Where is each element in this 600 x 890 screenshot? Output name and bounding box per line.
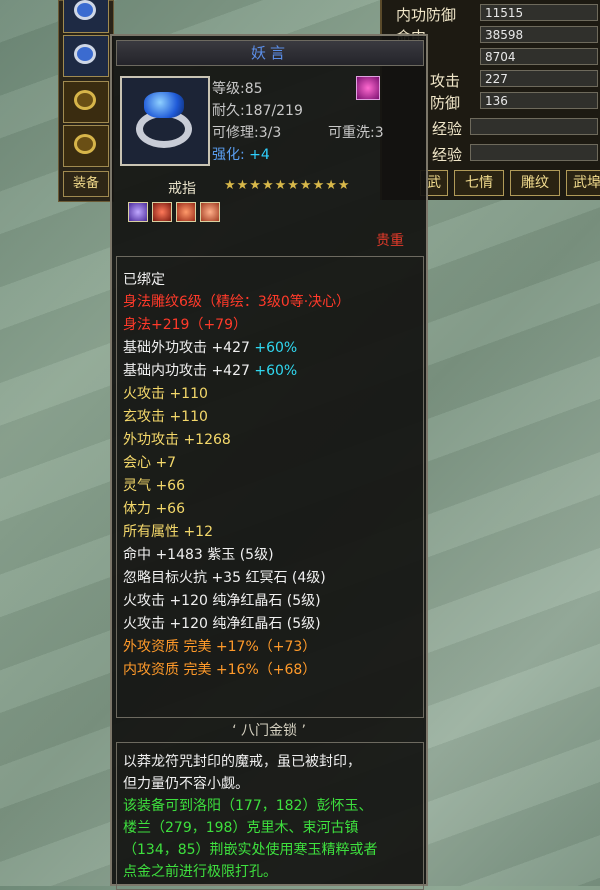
item-repairable: 可修理:3/3 bbox=[212, 125, 282, 141]
attribute-text: 基础外功攻击 +427 bbox=[123, 340, 250, 356]
ring-icon bbox=[144, 92, 184, 118]
description-line: 该装备可到洛阳（177，182）彭怀玉、 bbox=[123, 798, 373, 814]
stat-value: 227 bbox=[480, 70, 598, 87]
item-name: 妖言 bbox=[116, 40, 424, 66]
tab-wubu[interactable]: 武埠 bbox=[566, 170, 600, 196]
equip-slot-amulet-2[interactable] bbox=[63, 125, 109, 167]
description-line: （134，85）荆嵌实处使用寒玉精粹或者 bbox=[123, 842, 378, 858]
attribute-line: 基础外功攻击 +427 +60% bbox=[123, 337, 297, 357]
item-icon-frame bbox=[120, 76, 210, 166]
item-rarity: 贵重 bbox=[376, 233, 404, 249]
stat-value: 8704 bbox=[480, 48, 598, 65]
red-gem-icon bbox=[200, 202, 220, 222]
equip-tab[interactable]: 装备 bbox=[63, 171, 109, 197]
stat-label: 经验 bbox=[432, 120, 463, 138]
attribute-line: 忽略目标火抗 +35 红冥石 (4级) bbox=[123, 570, 326, 586]
attribute-line: 身法雕纹6级（精绘：3级0等·决心） bbox=[123, 294, 351, 310]
stat-value bbox=[470, 118, 598, 135]
attribute-line: 体力 +66 bbox=[123, 501, 185, 517]
item-durability: 耐久:187/219 bbox=[212, 103, 303, 119]
attribute-line: 已绑定 bbox=[123, 272, 165, 288]
stat-value: 136 bbox=[480, 92, 598, 109]
stat-value: 11515 bbox=[480, 4, 598, 21]
attribute-list: 已绑定 身法雕纹6级（精绘：3级0等·决心） 身法+219（+79） 基础外功攻… bbox=[116, 256, 424, 718]
attribute-line: 玄攻击 +110 bbox=[123, 409, 208, 425]
description-line: 楼兰（279，198）克里木、束河古镇 bbox=[123, 820, 359, 836]
strength-value: +4 bbox=[249, 147, 270, 163]
amulet-icon bbox=[74, 134, 96, 154]
ring-icon bbox=[74, 0, 96, 20]
attribute-line: 基础内功攻击 +427 +60% bbox=[123, 360, 297, 380]
attribute-line: 会心 +7 bbox=[123, 455, 177, 471]
purple-gem-icon bbox=[128, 202, 148, 222]
attribute-line: 外攻资质 完美 +17%（+73） bbox=[123, 639, 317, 655]
attribute-text: 基础内功攻击 +427 bbox=[123, 363, 250, 379]
attribute-bonus: +60% bbox=[254, 340, 298, 356]
item-level: 等级:85 bbox=[212, 81, 263, 97]
stat-label: 防御 bbox=[430, 94, 461, 112]
item-description: 以莽龙符咒封印的魔戒，虽已被封印， 但力量仍不容小觑。 该装备可到洛阳（177，… bbox=[116, 742, 424, 890]
equip-slot-amulet-1[interactable] bbox=[63, 81, 109, 123]
stat-label: 攻击 bbox=[430, 72, 461, 90]
attribute-bonus: +60% bbox=[254, 363, 298, 379]
set-name: ‘ 八门金锁 ’ bbox=[232, 723, 306, 739]
ring-icon bbox=[74, 44, 96, 64]
attribute-line: 身法+219（+79） bbox=[123, 317, 247, 333]
amulet-icon bbox=[74, 90, 96, 110]
equip-slot-ring-2[interactable] bbox=[63, 35, 109, 77]
tab-diaowen[interactable]: 雕纹 bbox=[510, 170, 560, 196]
attribute-line: 灵气 +66 bbox=[123, 478, 185, 494]
stat-label: 内功防御 bbox=[396, 6, 457, 24]
item-tooltip: 妖言 等级:85 耐久:187/219 可修理:3/3 可重洗:3 强化: +4… bbox=[110, 34, 428, 890]
attribute-line: 所有属性 +12 bbox=[123, 524, 213, 540]
stat-value: 38598 bbox=[480, 26, 598, 43]
item-type: 戒指 bbox=[168, 181, 196, 197]
description-line: 以莽龙符咒封印的魔戒，虽已被封印， bbox=[123, 754, 361, 770]
quality-icon bbox=[356, 76, 380, 100]
attribute-line: 内攻资质 完美 +16%（+68） bbox=[123, 662, 317, 678]
description-line: 点金之前进行极限打孔。 bbox=[123, 864, 277, 880]
stat-value bbox=[470, 144, 598, 161]
equip-slot-ring-1[interactable] bbox=[63, 0, 109, 33]
equipment-slot-column: 装备 bbox=[58, 0, 114, 202]
item-rewashable: 可重洗:3 bbox=[328, 125, 384, 141]
tab-qiqing[interactable]: 七情 bbox=[454, 170, 504, 196]
attribute-line: 外功攻击 +1268 bbox=[123, 432, 231, 448]
attribute-line: 火攻击 +120 纯净红晶石 (5级) bbox=[123, 616, 321, 632]
red-gem-icon bbox=[152, 202, 172, 222]
description-line: 但力量仍不容小觑。 bbox=[123, 776, 249, 792]
item-strength: 强化: +4 bbox=[212, 144, 270, 164]
stat-label: 经验 bbox=[432, 146, 463, 164]
attribute-line: 火攻击 +120 纯净红晶石 (5级) bbox=[123, 593, 321, 609]
stat-row: 内功防御 11515 bbox=[382, 2, 600, 24]
red-gem-icon bbox=[176, 202, 196, 222]
star-rating: ★★★★★★★★★★ bbox=[224, 178, 351, 193]
stats-tab-bar: 武 七情 雕纹 武埠 bbox=[400, 170, 600, 196]
attribute-line: 火攻击 +110 bbox=[123, 386, 208, 402]
strength-label: 强化: bbox=[212, 147, 245, 163]
attribute-line: 命中 +1483 紫玉 (5级) bbox=[123, 547, 274, 563]
